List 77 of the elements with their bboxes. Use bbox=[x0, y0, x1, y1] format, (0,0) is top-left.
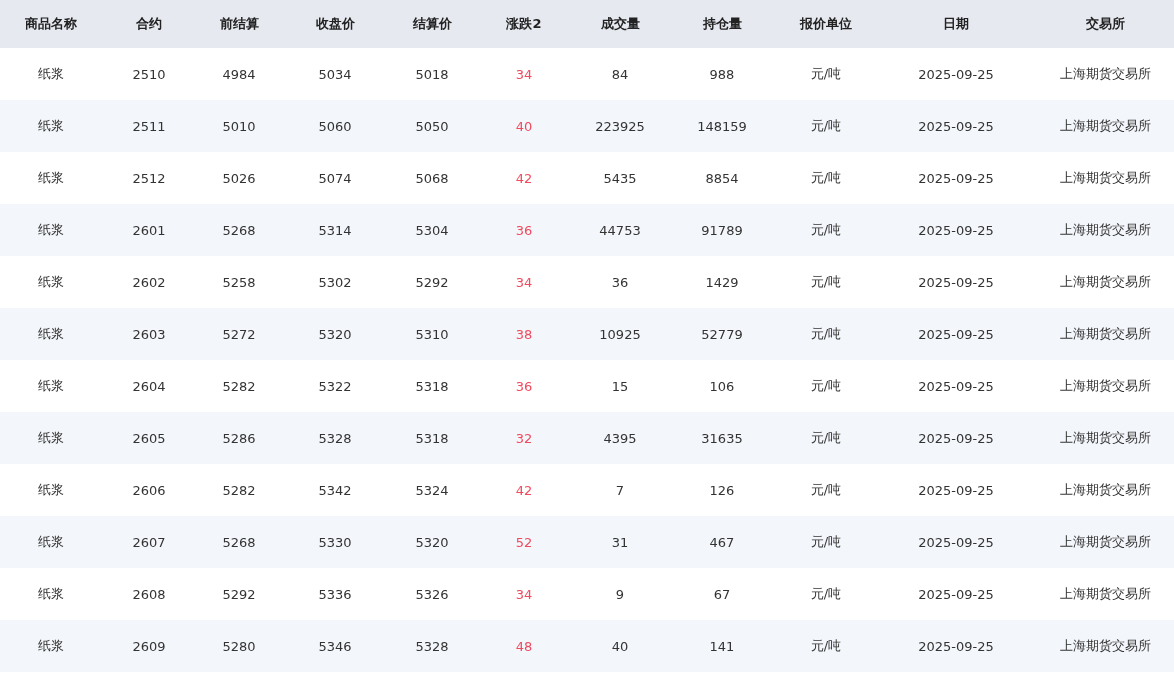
table-cell: 5330 bbox=[282, 516, 388, 568]
table-cell: 5320 bbox=[282, 308, 388, 360]
table-cell: 5272 bbox=[196, 308, 282, 360]
table-cell: 5320 bbox=[388, 516, 476, 568]
column-header: 日期 bbox=[876, 0, 1036, 48]
table-cell: 上海期货交易所 bbox=[1036, 620, 1174, 672]
table-cell: 52779 bbox=[668, 308, 776, 360]
table-cell: 纸浆 bbox=[0, 412, 102, 464]
table-cell: 5268 bbox=[196, 516, 282, 568]
table-cell: 元/吨 bbox=[776, 204, 876, 256]
column-header: 涨跌2 bbox=[476, 0, 572, 48]
table-cell: 467 bbox=[668, 516, 776, 568]
table-cell: 44753 bbox=[572, 204, 668, 256]
table-cell: 4395 bbox=[572, 412, 668, 464]
table-cell: 元/吨 bbox=[776, 100, 876, 152]
table-cell: 5346 bbox=[282, 620, 388, 672]
table-cell: 38 bbox=[476, 308, 572, 360]
table-cell: 上海期货交易所 bbox=[1036, 100, 1174, 152]
table-cell: 2601 bbox=[102, 204, 196, 256]
table-cell: 纸浆 bbox=[0, 204, 102, 256]
table-cell: 5268 bbox=[196, 204, 282, 256]
table-cell: 纸浆 bbox=[0, 620, 102, 672]
table-cell: 上海期货交易所 bbox=[1036, 308, 1174, 360]
table-cell: 上海期货交易所 bbox=[1036, 204, 1174, 256]
table-cell: 2025-09-25 bbox=[876, 412, 1036, 464]
table-cell: 223925 bbox=[572, 100, 668, 152]
table-cell: 31635 bbox=[668, 412, 776, 464]
table-cell: 5328 bbox=[388, 620, 476, 672]
table-cell: 148159 bbox=[668, 100, 776, 152]
column-header: 持仓量 bbox=[668, 0, 776, 48]
table-cell: 2607 bbox=[102, 516, 196, 568]
table-cell: 纸浆 bbox=[0, 516, 102, 568]
table-cell: 上海期货交易所 bbox=[1036, 412, 1174, 464]
table-cell: 上海期货交易所 bbox=[1036, 516, 1174, 568]
column-header: 商品名称 bbox=[0, 0, 102, 48]
table-cell: 5280 bbox=[196, 620, 282, 672]
table-cell: 5010 bbox=[196, 100, 282, 152]
table-cell: 2511 bbox=[102, 100, 196, 152]
table-cell: 5304 bbox=[388, 204, 476, 256]
table-cell: 10925 bbox=[572, 308, 668, 360]
table-cell: 32 bbox=[476, 412, 572, 464]
table-cell: 91789 bbox=[668, 204, 776, 256]
table-cell: 2025-09-25 bbox=[876, 308, 1036, 360]
column-header: 收盘价 bbox=[282, 0, 388, 48]
table-cell: 元/吨 bbox=[776, 516, 876, 568]
table-cell: 5318 bbox=[388, 412, 476, 464]
table-cell: 2025-09-25 bbox=[876, 516, 1036, 568]
table-cell: 31 bbox=[572, 516, 668, 568]
table-cell: 40 bbox=[572, 620, 668, 672]
column-header: 交易所 bbox=[1036, 0, 1174, 48]
table-cell: 36 bbox=[476, 204, 572, 256]
column-header: 成交量 bbox=[572, 0, 668, 48]
table-cell: 元/吨 bbox=[776, 308, 876, 360]
column-header: 报价单位 bbox=[776, 0, 876, 48]
table-cell: 2025-09-25 bbox=[876, 204, 1036, 256]
table-cell: 元/吨 bbox=[776, 412, 876, 464]
column-header: 前结算 bbox=[196, 0, 282, 48]
table-cell: 5060 bbox=[282, 100, 388, 152]
table-cell: 2603 bbox=[102, 308, 196, 360]
table-cell: 2025-09-25 bbox=[876, 620, 1036, 672]
table-cell: 2609 bbox=[102, 620, 196, 672]
table-cell: 纸浆 bbox=[0, 100, 102, 152]
table-cell: 2025-09-25 bbox=[876, 100, 1036, 152]
column-header: 合约 bbox=[102, 0, 196, 48]
table-cell: 元/吨 bbox=[776, 620, 876, 672]
table-cell: 52 bbox=[476, 516, 572, 568]
table-cell: 5286 bbox=[196, 412, 282, 464]
table-cell: 纸浆 bbox=[0, 308, 102, 360]
table-cell: 40 bbox=[476, 100, 572, 152]
column-header: 结算价 bbox=[388, 0, 476, 48]
table-cell: 48 bbox=[476, 620, 572, 672]
table-cell: 5050 bbox=[388, 100, 476, 152]
table-cell: 5314 bbox=[282, 204, 388, 256]
table-cell: 2605 bbox=[102, 412, 196, 464]
table-cell: 141 bbox=[668, 620, 776, 672]
table-cell: 5310 bbox=[388, 308, 476, 360]
table-cell: 5328 bbox=[282, 412, 388, 464]
